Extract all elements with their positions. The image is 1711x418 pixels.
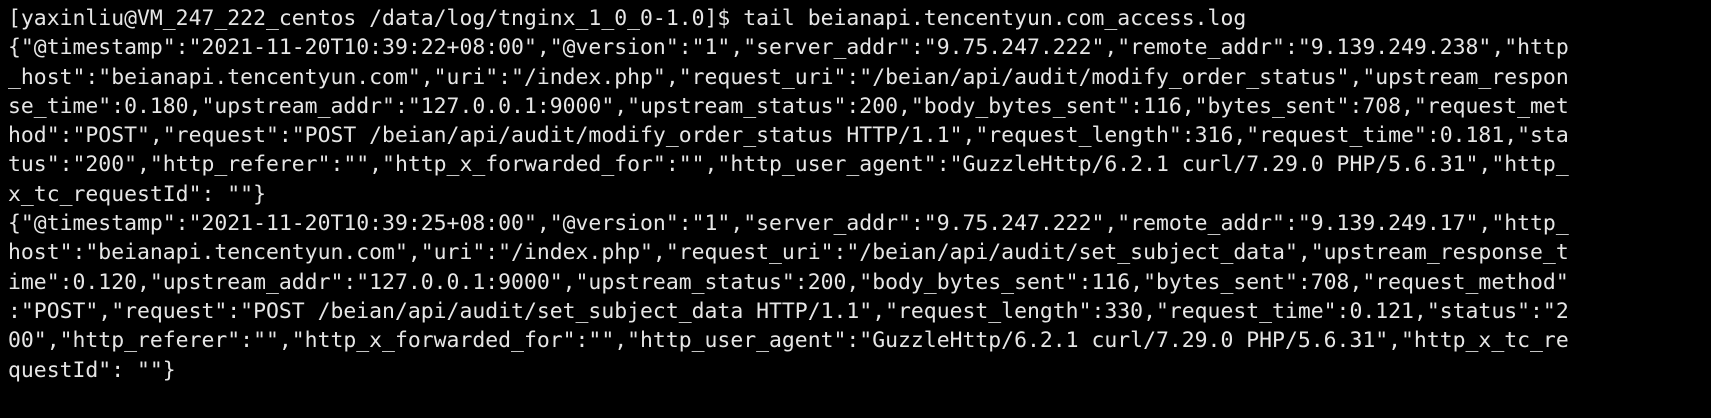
log-output-line: :"POST","request":"POST /beian/api/audit… [8, 298, 1569, 324]
log-output-line: 00","http_referer":"","http_x_forwarded_… [8, 328, 1569, 354]
log-output-line: questId": ""} [8, 357, 176, 383]
log-output-line: host":"beianapi.tencentyun.com","uri":"/… [8, 240, 1569, 266]
log-output-line: se_time":0.180,"upstream_addr":"127.0.0.… [8, 93, 1569, 119]
log-output-line: ime":0.120,"upstream_addr":"127.0.0.1:90… [8, 269, 1569, 295]
terminal-window[interactable]: [yaxinliu@VM_247_222_centos /data/log/tn… [0, 0, 1711, 418]
log-output-line: {"@timestamp":"2021-11-20T10:39:25+08:00… [8, 211, 1569, 237]
shell-prompt-command-line: [yaxinliu@VM_247_222_centos /data/log/tn… [8, 6, 1247, 31]
log-output-line: tus":"200","http_referer":"","http_x_for… [8, 152, 1569, 178]
log-output-line: _host":"beianapi.tencentyun.com","uri":"… [8, 64, 1569, 90]
log-output-line: hod":"POST","request":"POST /beian/api/a… [8, 123, 1569, 149]
log-output-line: {"@timestamp":"2021-11-20T10:39:22+08:00… [8, 35, 1569, 61]
log-output-line: x_tc_requestId": ""} [8, 181, 266, 207]
